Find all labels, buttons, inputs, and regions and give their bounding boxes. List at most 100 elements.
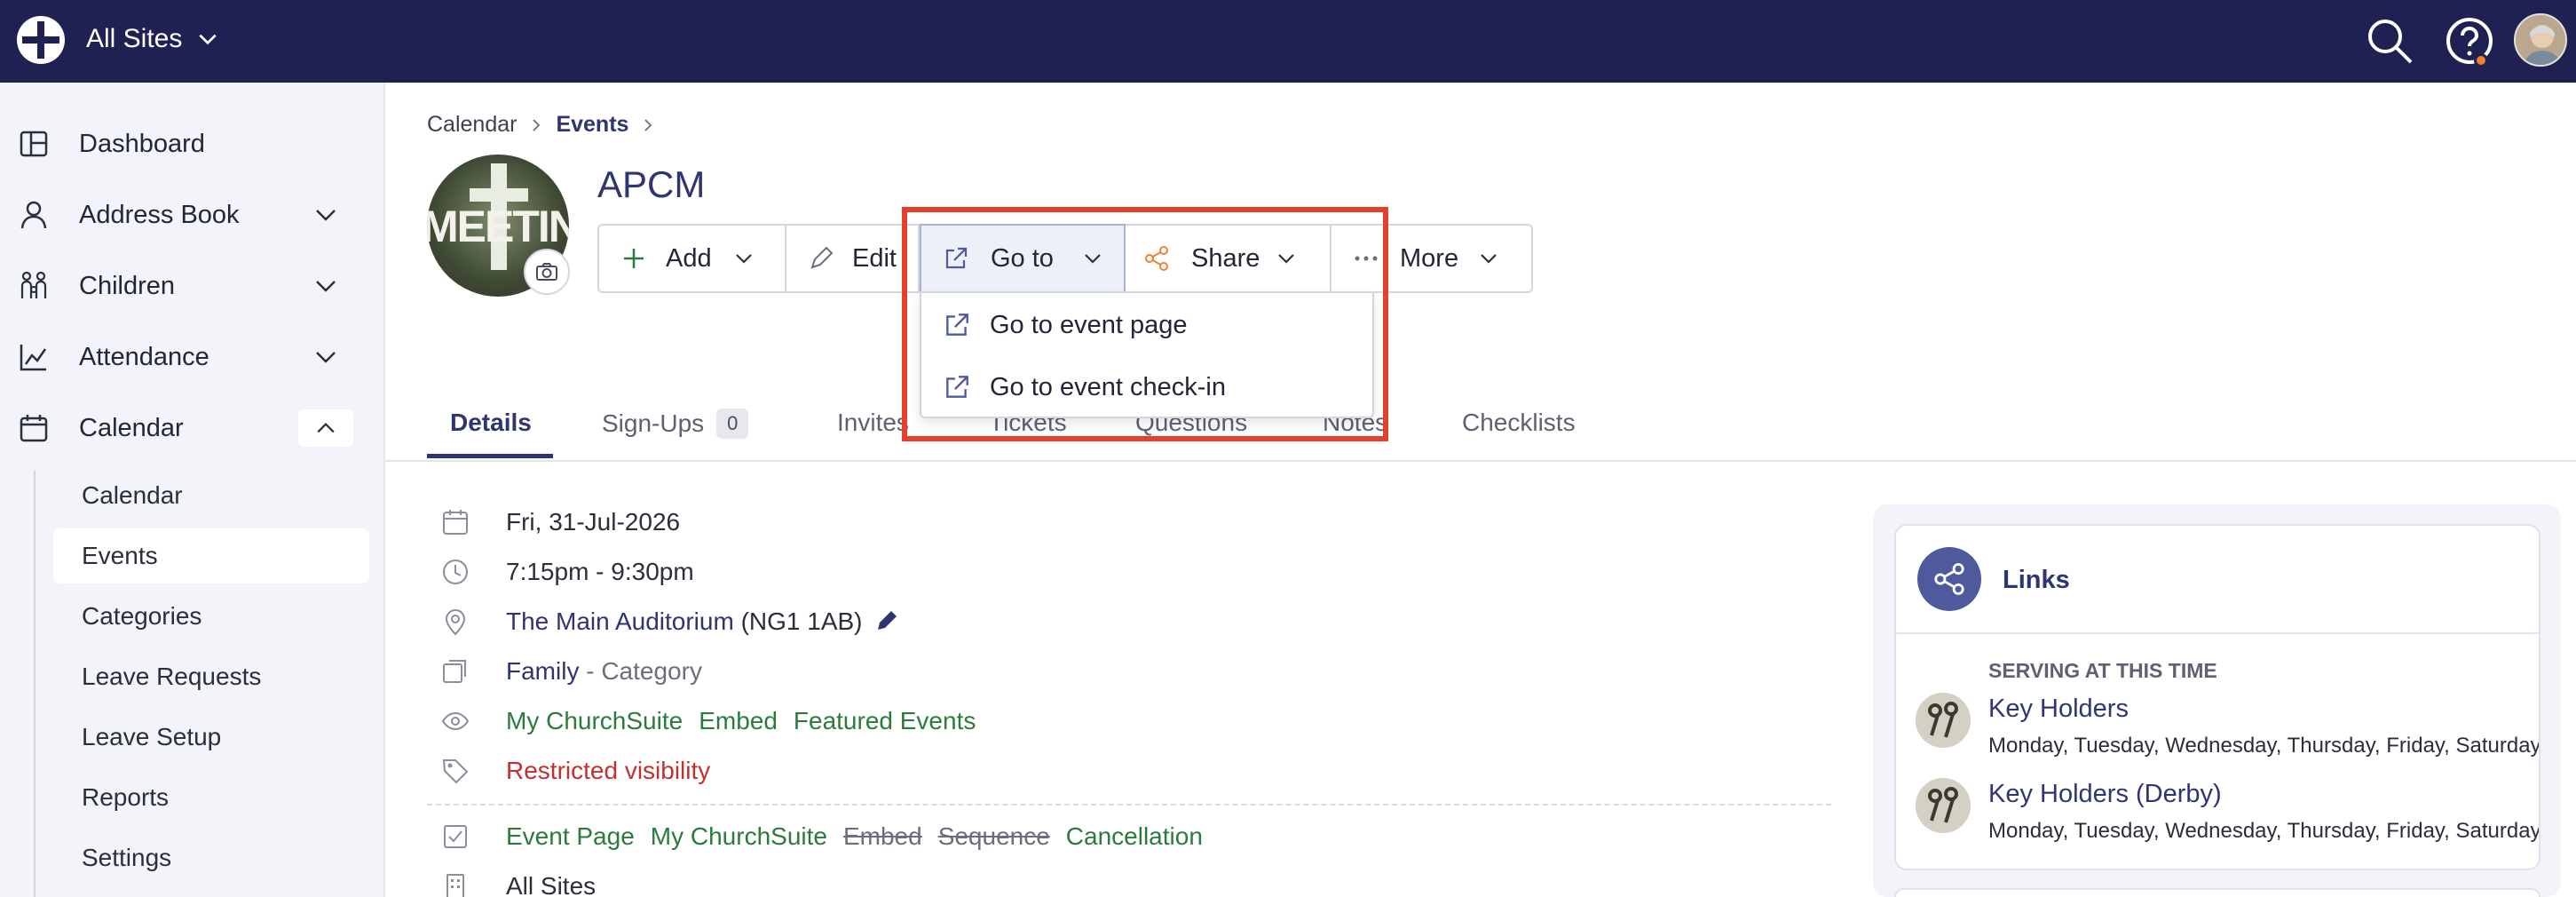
details-separator [427, 804, 1831, 806]
children-icon [20, 271, 47, 298]
person-icon [20, 201, 47, 229]
notification-dot [2474, 53, 2488, 67]
feature-my-churchsuite[interactable]: My ChurchSuite [651, 822, 827, 850]
restricted-visibility: Restricted visibility [506, 757, 711, 784]
event-visibility: My ChurchSuite Embed Featured Events [506, 707, 976, 735]
help-icon[interactable] [2443, 14, 2496, 67]
event-site: All Sites [506, 872, 597, 897]
folders-icon [443, 660, 466, 683]
page-title: APCM [597, 163, 706, 205]
tab-checklists[interactable]: Checklists [1462, 409, 1576, 460]
tab-details[interactable]: Details [450, 409, 532, 460]
add-button-label: Add [666, 243, 712, 273]
feature-sequence: Sequence [937, 822, 1050, 850]
top-bar: All Sites [0, 0, 2576, 83]
eye-icon [441, 711, 470, 731]
collapse-button[interactable] [298, 409, 353, 447]
location-link[interactable]: The Main Auditorium [506, 607, 734, 635]
user-photo-icon [2516, 15, 2565, 65]
event-date: Fri, 31-Jul-2026 [506, 508, 681, 536]
sidebar-sub-reports[interactable]: Reports [53, 770, 369, 825]
breadcrumb-events[interactable]: Events [556, 112, 628, 138]
links-card: Links SERVING AT THIS TIME Key Holders M… [1894, 524, 2540, 870]
feature-event-page[interactable]: Event Page [506, 822, 635, 850]
sidebar-item-children[interactable]: Children [0, 257, 385, 315]
team-name-key-holders[interactable]: Key Holders [1988, 695, 2129, 724]
chevron-up-icon [317, 423, 335, 433]
clock-icon [443, 560, 468, 584]
chevron-down-icon [1481, 254, 1497, 264]
svg-text:MEETING: MEETING [427, 202, 569, 251]
sidebar-sub-leave-requests[interactable]: Leave Requests [53, 649, 369, 704]
highlight-box [902, 207, 1388, 441]
add-button[interactable]: Add [599, 226, 786, 291]
breadcrumb: Calendar Events [427, 112, 655, 138]
links-title: Links [2003, 566, 2070, 594]
sidebar-sub-calendar[interactable]: Calendar [53, 468, 369, 523]
chevron-right-icon [533, 118, 541, 131]
breadcrumb-calendar[interactable]: Calendar [427, 112, 517, 138]
sidebar-item-address-book[interactable]: Address Book [0, 186, 385, 244]
event-category: Family - Category [506, 657, 702, 686]
dashboard-icon [20, 131, 48, 157]
checkbox-icon [444, 825, 467, 848]
keys-icon [1916, 778, 1971, 833]
submenu-line [34, 471, 36, 897]
team-avatar [1916, 778, 1971, 833]
sidebar-item-label: Address Book [79, 200, 240, 229]
serving-label: SERVING AT THIS TIME [1988, 659, 2217, 682]
churchsuite-logo-icon[interactable] [15, 14, 67, 66]
site-switcher-label: All Sites [86, 24, 183, 53]
location-pin-icon [445, 609, 466, 636]
edit-button[interactable]: Edit [786, 226, 920, 291]
signups-count-badge: 0 [716, 409, 749, 439]
tab-invites[interactable]: Invites [837, 409, 909, 460]
category-link[interactable]: Family [506, 657, 579, 685]
sidebar-sub-leave-setup[interactable]: Leave Setup [53, 710, 369, 765]
sidebar-item-dashboard[interactable]: Dashboard [0, 115, 385, 173]
chart-icon [20, 345, 47, 371]
camera-icon [536, 263, 557, 281]
search-icon[interactable] [2363, 14, 2416, 67]
tab-signups-label: Sign-Ups [602, 409, 705, 437]
chevron-right-icon [644, 118, 652, 131]
chevron-down-icon [199, 34, 217, 45]
feature-embed: Embed [842, 822, 922, 850]
chevron-down-icon[interactable] [311, 342, 341, 372]
visibility-embed[interactable]: Embed [699, 707, 778, 734]
sidebar-item-label: Children [79, 271, 175, 300]
team-avatar [1916, 693, 1971, 748]
pencil-icon [810, 246, 834, 269]
sidebar-item-label: Attendance [79, 342, 209, 371]
keys-icon [1916, 693, 1971, 748]
links-share-icon [1917, 547, 1981, 611]
sidebar-sub-categories[interactable]: Categories [53, 589, 369, 644]
tab-signups[interactable]: Sign-Ups 0 [602, 409, 749, 460]
team-name-key-holders-derby[interactable]: Key Holders (Derby) [1988, 780, 2222, 809]
sidebar-sub-events[interactable]: Events [53, 528, 369, 583]
sidebar-item-label: Calendar [79, 413, 184, 442]
sidebar-item-attendance[interactable]: Attendance [0, 328, 385, 386]
feature-cancellation[interactable]: Cancellation [1066, 822, 1203, 850]
calendar-icon [443, 510, 468, 535]
site-switcher[interactable]: All Sites [86, 24, 219, 54]
pencil-icon[interactable] [874, 608, 899, 633]
location-postcode: (NG1 1AB) [740, 607, 863, 635]
more-button-label: More [1400, 243, 1459, 273]
calendar-icon [20, 415, 48, 442]
sidebar-item-calendar[interactable]: Calendar [0, 399, 385, 457]
visibility-my-churchsuite[interactable]: My ChurchSuite [506, 707, 683, 734]
visibility-featured-events[interactable]: Featured Events [794, 707, 976, 734]
user-avatar[interactable] [2514, 13, 2567, 67]
team-days: Monday, Tuesday, Wednesday, Thursday, Fr… [1988, 819, 2539, 843]
change-image-button[interactable] [524, 249, 570, 295]
tab-bar: Details Sign-Ups 0 Invites Tickets Questi… [385, 400, 2576, 462]
event-location: The Main Auditorium (NG1 1AB) [506, 607, 899, 636]
sidebar-sub-settings[interactable]: Settings [53, 830, 369, 885]
chevron-down-icon[interactable] [311, 271, 341, 301]
chevron-down-icon[interactable] [311, 200, 341, 230]
chevron-down-icon [736, 254, 752, 264]
active-tab-indicator [427, 454, 553, 458]
sidebar-item-label: Dashboard [79, 129, 205, 158]
event-time: 7:15pm - 9:30pm [506, 558, 694, 585]
